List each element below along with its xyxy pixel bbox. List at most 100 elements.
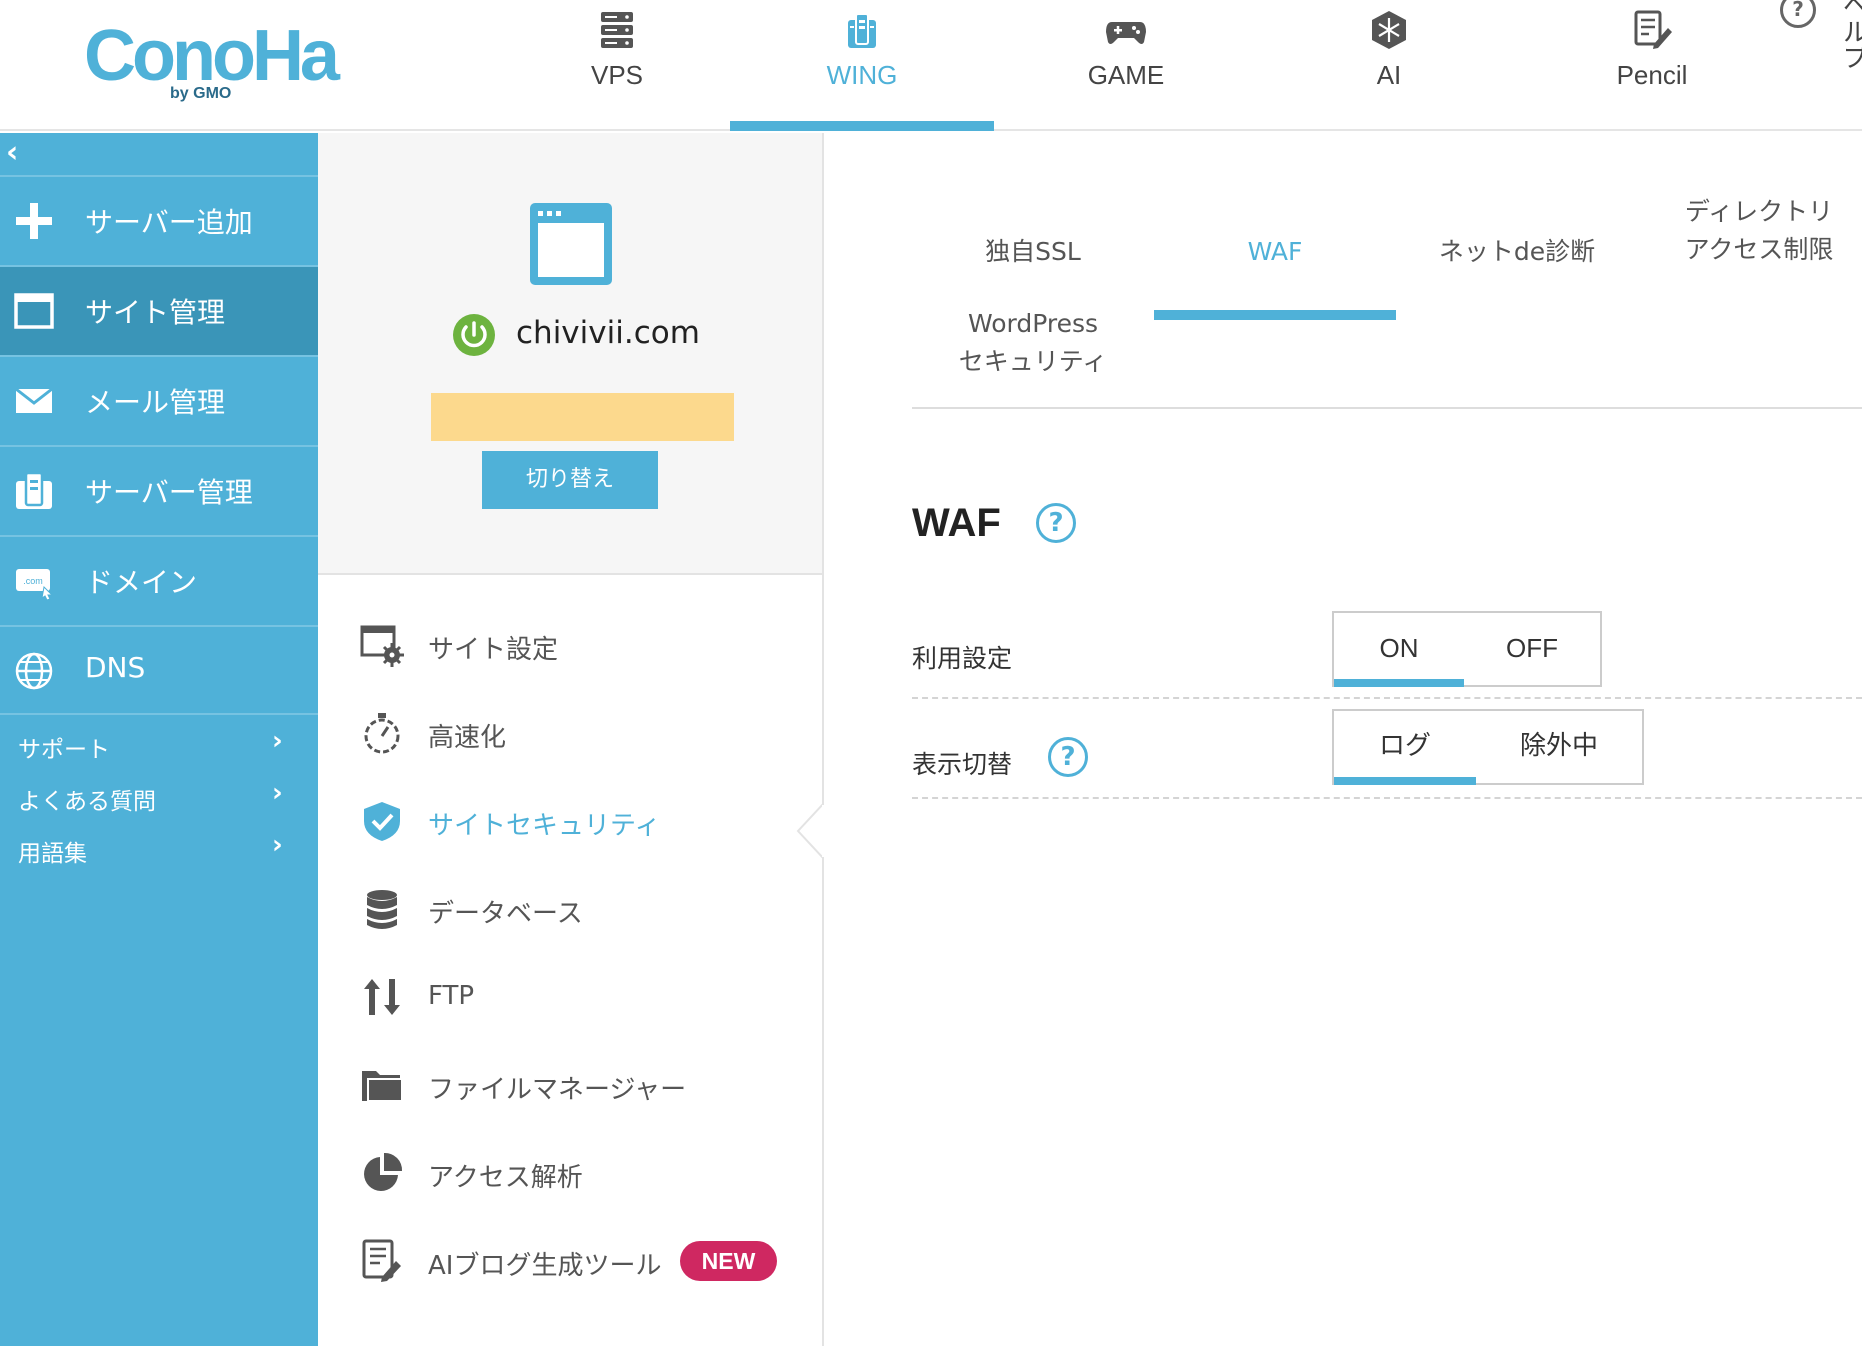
tab-wordpress-security[interactable]: WordPress セキュリティ (912, 305, 1154, 381)
plus-icon (14, 201, 54, 241)
nav-game[interactable]: GAME (994, 0, 1258, 131)
nav-wing[interactable]: WING (730, 0, 994, 131)
sidebar-item-label: DNS (85, 651, 146, 684)
setting-row-usage: 利用設定 ON OFF (912, 607, 1862, 699)
menu-item-site-security[interactable]: サイトセキュリティ (318, 777, 822, 865)
server-icon (595, 8, 639, 52)
main-content: 独自SSL WAF ネットde診断 ディレクトリ アクセス制限 WordPres… (826, 133, 1862, 1346)
pencil-icon (1630, 8, 1674, 52)
menu-item-label: ファイルマネージャー (428, 1075, 687, 1105)
new-badge: NEW (680, 1241, 777, 1281)
top-header: ConoHa by GMO VPS WING GAME AI Pencil ? … (0, 0, 1862, 131)
sidebar-link-label: よくある質問 (18, 789, 156, 815)
sidebar-item-dns[interactable]: DNS (0, 625, 318, 715)
nav-pencil[interactable]: Pencil (1520, 0, 1784, 131)
wing-icon (840, 8, 884, 52)
chevron-right-icon: › (272, 726, 283, 756)
browser-window-icon (14, 291, 54, 331)
security-tabs: 独自SSL WAF ネットde診断 ディレクトリ アクセス制限 WordPres… (912, 173, 1862, 409)
site-settings-icon (360, 623, 404, 667)
sidebar-link-label: サポート (18, 737, 110, 763)
power-on-icon (452, 313, 496, 357)
stopwatch-icon (360, 711, 404, 755)
svg-text:.com: .com (23, 576, 43, 586)
sidebar: ‹ サーバー追加 サイト管理 メール管理 サーバー管理 .com ドメイン DN… (0, 133, 318, 1346)
switch-site-button[interactable]: 切り替え (482, 451, 658, 509)
nav-vps[interactable]: VPS (485, 0, 749, 131)
logo-wordmark: ConoHa (84, 16, 341, 96)
domain-com-icon: .com (14, 561, 54, 601)
sidebar-menu: サーバー追加 サイト管理 メール管理 サーバー管理 .com ドメイン DNS (0, 175, 318, 715)
help-question-icon[interactable]: ? (1036, 503, 1076, 543)
sidebar-item-mail-management[interactable]: メール管理 (0, 355, 318, 445)
domain-row: chivivii.com (452, 309, 812, 357)
nav-pencil-label: Pencil (1616, 60, 1688, 90)
ai-document-icon (360, 1239, 404, 1283)
logo-sub: by GMO (170, 85, 231, 102)
redacted-bar (431, 393, 734, 441)
sidebar-item-site-management[interactable]: サイト管理 (0, 265, 318, 355)
site-menu: サイト設定 高速化 サイトセキュリティ データベース FTP ファイルマネージャ… (318, 601, 822, 1305)
menu-item-label: サイト設定 (428, 635, 559, 665)
site-summary: chivivii.com 切り替え (318, 133, 822, 575)
tab-directory-access-restriction[interactable]: ディレクトリ アクセス制限 (1638, 193, 1862, 269)
menu-item-ai-blog-tool[interactable]: AIブログ生成ツール NEW (318, 1217, 822, 1305)
conoha-logo[interactable]: ConoHa by GMO (84, 14, 364, 104)
help-circle-icon: ? (1780, 0, 1816, 28)
active-menu-pointer (796, 800, 826, 862)
folder-icon (360, 1063, 404, 1107)
tab-net-de-shindan[interactable]: ネットde診断 (1396, 233, 1638, 271)
pie-chart-icon (360, 1151, 404, 1195)
ai-icon (1367, 8, 1411, 52)
gamepad-icon (1104, 8, 1148, 52)
toggle-option-off[interactable]: OFF (1464, 613, 1600, 685)
site-panel: chivivii.com 切り替え サイト設定 高速化 サイトセキュリティ デー… (318, 133, 826, 1346)
menu-item-label: 高速化 (428, 723, 507, 753)
nav-vps-label: VPS (590, 60, 644, 90)
nav-wing-label: WING (826, 60, 898, 90)
sidebar-item-domain[interactable]: .com ドメイン (0, 535, 318, 625)
sidebar-link-faq[interactable]: よくある質問 › (0, 770, 318, 822)
sidebar-item-server-management[interactable]: サーバー管理 (0, 445, 318, 535)
sidebar-links: サポート › よくある質問 › 用語集 › (0, 718, 318, 874)
tab-ssl[interactable]: 独自SSL (912, 233, 1154, 271)
sidebar-item-label: サーバー管理 (85, 476, 253, 509)
sidebar-link-support[interactable]: サポート › (0, 718, 318, 770)
menu-item-label: FTP (428, 981, 475, 1011)
help-question-icon[interactable]: ? (1048, 737, 1088, 777)
menu-item-database[interactable]: データベース (318, 865, 822, 953)
menu-item-ftp[interactable]: FTP (318, 953, 822, 1041)
sidebar-link-label: 用語集 (18, 841, 87, 867)
transfer-arrows-icon (360, 975, 404, 1019)
setting-label: 表示切替 (912, 750, 1013, 779)
toggle-option-log[interactable]: ログ (1334, 711, 1476, 785)
menu-item-access-analytics[interactable]: アクセス解析 (318, 1129, 822, 1217)
tab-waf[interactable]: WAF (1154, 233, 1396, 320)
shield-check-icon (360, 799, 404, 843)
menu-item-label: AIブログ生成ツール (428, 1251, 662, 1281)
collapse-sidebar-icon[interactable]: ‹ (6, 138, 30, 168)
menu-item-label: アクセス解析 (428, 1163, 583, 1193)
nav-ai-label: AI (1376, 60, 1402, 90)
mail-icon (14, 381, 54, 421)
nav-game-label: GAME (1087, 60, 1165, 90)
menu-item-file-manager[interactable]: ファイルマネージャー (318, 1041, 822, 1129)
sidebar-item-add-server[interactable]: サーバー追加 (0, 175, 318, 265)
sidebar-item-label: サイト管理 (85, 296, 226, 329)
toggle-option-on[interactable]: ON (1334, 613, 1464, 687)
sidebar-item-label: ドメイン (85, 566, 198, 599)
menu-item-speedup[interactable]: 高速化 (318, 689, 822, 777)
nav-help[interactable]: ? ヘルプ (1780, 0, 1862, 102)
globe-icon (14, 651, 54, 691)
sidebar-item-label: サーバー追加 (85, 206, 253, 239)
domain-name: chivivii.com (516, 315, 700, 351)
menu-item-site-settings[interactable]: サイト設定 (318, 601, 822, 689)
sidebar-item-label: メール管理 (85, 386, 226, 419)
setting-row-display: 表示切替 ? ログ 除外中 (912, 701, 1862, 799)
menu-item-label: サイトセキュリティ (428, 811, 661, 841)
toggle-option-excluded[interactable]: 除外中 (1476, 711, 1642, 783)
display-toggle: ログ 除外中 (1332, 709, 1644, 785)
nav-ai[interactable]: AI (1257, 0, 1521, 131)
section-title: WAF (912, 501, 1001, 545)
sidebar-link-glossary[interactable]: 用語集 › (0, 822, 318, 874)
